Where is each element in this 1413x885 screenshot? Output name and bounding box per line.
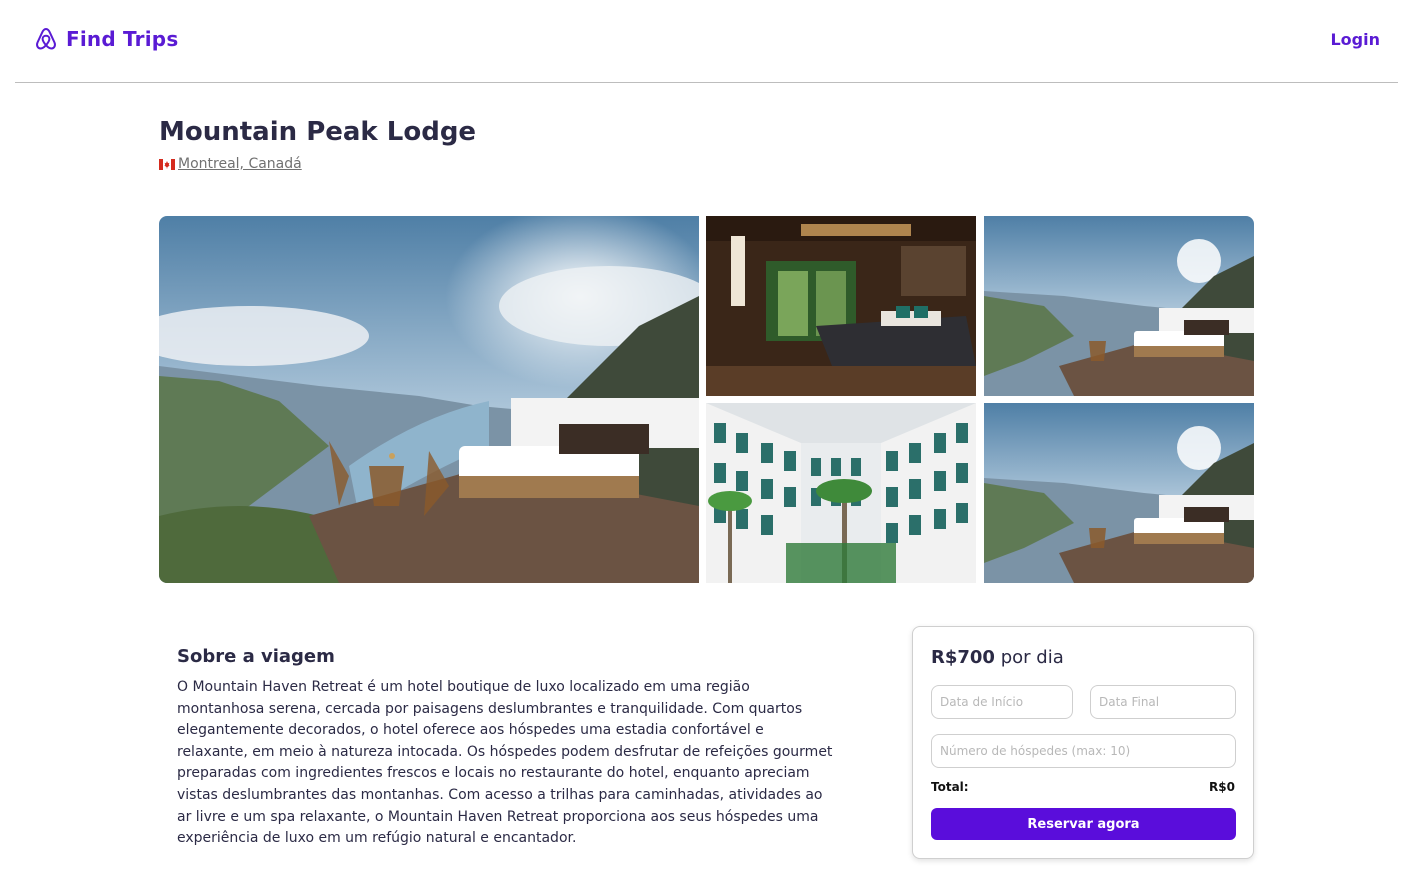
gallery-photo-main[interactable] [159,216,699,583]
gallery-photo-bottom-right[interactable] [984,403,1254,583]
reserve-button[interactable]: Reservar agora [931,808,1236,840]
price-suffix: por dia [1000,647,1064,668]
brand-name: Find Trips [66,27,179,51]
mountain-deck-bed-photo [984,403,1254,583]
price-per-day: R$700 por dia [931,647,1064,668]
airbnb-logo-icon [36,28,56,50]
about-heading: Sobre a viagem [177,646,335,667]
trip-title: Mountain Peak Lodge [159,117,477,147]
start-date-field[interactable] [931,685,1073,719]
mountain-deck-bed-photo [159,216,699,583]
gallery-photo-hotel[interactable] [706,403,976,583]
about-description: O Mountain Haven Retreat é um hotel bout… [177,679,833,847]
photo-gallery [159,216,1254,583]
location-link[interactable]: Montreal, Canadá [178,156,302,172]
total-value: R$0 [1209,780,1235,794]
trip-location: Montreal, Canadá [159,156,302,172]
hotel-bedroom-photo [706,216,976,396]
gallery-photo-top-right[interactable] [984,216,1254,396]
brand-logo[interactable]: Find Trips [34,26,178,52]
end-date-field[interactable] [1090,685,1236,719]
mountain-deck-bed-photo [984,216,1254,396]
canada-flag-icon [159,158,175,170]
booking-card: R$700 por dia Total: R$0 Reservar agora [912,626,1254,859]
hotel-courtyard-photo [706,403,976,583]
guests-field[interactable] [931,734,1236,768]
gallery-photo-room[interactable] [706,216,976,396]
total-label: Total: [931,780,969,794]
login-link[interactable]: Login [1330,30,1380,49]
top-header: Find Trips Login [15,0,1398,83]
price-value: R$700 [931,647,995,668]
